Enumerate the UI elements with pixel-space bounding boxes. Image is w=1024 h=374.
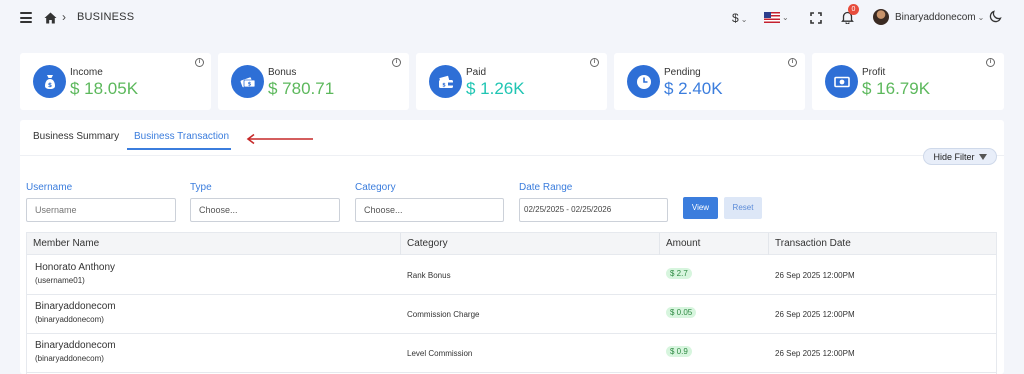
stat-card-pending: Pending $ 2.40K i xyxy=(614,53,805,110)
tab-business-summary[interactable]: Business Summary xyxy=(33,131,119,142)
stat-value: $ 2.40K xyxy=(664,79,723,98)
column-header-member-name[interactable]: Member Name xyxy=(33,238,99,249)
amount-badge: $ 0.05 xyxy=(666,307,697,318)
svg-text:$: $ xyxy=(47,82,51,89)
category-cell: Rank Bonus xyxy=(407,271,451,280)
username-input[interactable] xyxy=(26,198,176,222)
member-username: (binaryaddonecom) xyxy=(35,315,104,324)
avatar xyxy=(873,9,889,25)
fullscreen-icon[interactable] xyxy=(810,11,822,29)
member-name: Binaryaddonecom xyxy=(35,340,116,351)
member-username: (binaryaddonecom) xyxy=(35,354,104,363)
arrow-left-icon xyxy=(246,132,314,150)
info-icon[interactable]: i xyxy=(788,58,797,67)
top-bar: › BUSINESS $ ⌄ ⌄ 0 Binaryaddonecom ⌄ xyxy=(0,0,1024,36)
wallet-icon: $ xyxy=(429,65,462,98)
stat-value: $ 18.05K xyxy=(70,79,139,98)
info-icon[interactable]: i xyxy=(590,58,599,67)
column-header-category[interactable]: Category xyxy=(407,238,448,249)
stat-card-profit: Profit $ 16.79K i xyxy=(812,53,1004,110)
stat-label: Paid xyxy=(466,67,487,78)
type-filter-label: Type xyxy=(190,182,212,193)
date-cell: 26 Sep 2025 12:00PM xyxy=(775,271,855,280)
table-header: Member Name Category Amount Transaction … xyxy=(27,233,996,255)
chevron-down-icon: ⌄ xyxy=(977,12,985,22)
stat-value: $ 780.71 xyxy=(268,79,335,98)
menu-icon[interactable] xyxy=(20,12,32,23)
page-title: BUSINESS xyxy=(77,11,135,23)
stat-value: $ 16.79K xyxy=(862,79,931,98)
member-name: Binaryaddonecom xyxy=(35,301,116,312)
stat-label: Pending xyxy=(664,67,701,78)
column-header-amount[interactable]: Amount xyxy=(666,238,700,249)
breadcrumb-separator: › xyxy=(62,10,66,24)
table-row[interactable]: Honorato Anthony (username01) Rank Bonus… xyxy=(27,256,996,295)
active-tab-indicator xyxy=(127,148,231,150)
info-icon[interactable]: i xyxy=(195,58,204,67)
home-icon[interactable] xyxy=(44,11,57,29)
info-icon[interactable]: i xyxy=(986,58,995,67)
table-row[interactable]: Binaryaddonecom (binaryaddonecom) Level … xyxy=(27,334,996,373)
user-menu[interactable]: Binaryaddonecom ⌄ xyxy=(873,9,984,25)
table-row[interactable]: Binaryaddonecom (binaryaddonecom) Commis… xyxy=(27,295,996,334)
column-header-transaction-date[interactable]: Transaction Date xyxy=(775,238,851,249)
transactions-panel: Business Summary Business Transaction Hi… xyxy=(20,120,1004,374)
reset-button[interactable]: Reset xyxy=(724,197,762,219)
transactions-table: Member Name Category Amount Transaction … xyxy=(26,232,997,374)
chevron-down-icon: ⌄ xyxy=(782,13,789,22)
member-name: Honorato Anthony xyxy=(35,262,116,273)
caret-down-icon xyxy=(978,153,987,160)
stat-value: $ 1.26K xyxy=(466,79,525,98)
view-button[interactable]: View xyxy=(683,197,718,219)
username-filter-label: Username xyxy=(26,182,73,193)
date-range-label: Date Range xyxy=(519,182,573,193)
chevron-down-icon: ⌄ xyxy=(740,15,748,24)
category-cell: Level Commission xyxy=(407,349,473,358)
stat-label: Income xyxy=(70,67,103,78)
money-bag-icon: $ xyxy=(33,65,66,98)
currency-symbol: $ xyxy=(732,11,739,25)
date-cell: 26 Sep 2025 12:00PM xyxy=(775,349,855,358)
member-username: (username01) xyxy=(35,276,85,285)
date-range-input[interactable]: 02/25/2025 - 02/25/2026 xyxy=(519,198,668,222)
tabs-divider xyxy=(20,155,1004,156)
type-select[interactable]: Choose... xyxy=(190,198,340,222)
currency-selector[interactable]: $ ⌄ xyxy=(732,11,747,25)
category-filter-label: Category xyxy=(355,182,396,193)
stat-card-income: $ Income $ 18.05K i xyxy=(20,53,211,110)
banknote-icon xyxy=(825,65,858,98)
hide-filter-button[interactable]: Hide Filter xyxy=(923,148,997,165)
stat-label: Bonus xyxy=(268,67,297,78)
language-selector[interactable]: ⌄ xyxy=(764,12,789,23)
stat-card-paid: $ Paid $ 1.26K i xyxy=(416,53,607,110)
clock-icon xyxy=(627,65,660,98)
info-icon[interactable]: i xyxy=(392,58,401,67)
svg-text:$: $ xyxy=(247,81,251,87)
hide-filter-label: Hide Filter xyxy=(933,151,975,162)
stat-label: Profit xyxy=(862,67,886,78)
moon-icon[interactable] xyxy=(989,10,1002,28)
us-flag-icon xyxy=(764,12,780,23)
tab-business-transaction[interactable]: Business Transaction xyxy=(134,131,229,142)
amount-badge: $ 0.9 xyxy=(666,346,692,357)
amount-badge: $ 2.7 xyxy=(666,268,692,279)
stat-card-bonus: $ Bonus $ 780.71 i xyxy=(218,53,409,110)
date-cell: 26 Sep 2025 12:00PM xyxy=(775,310,855,319)
notification-badge: 0 xyxy=(848,4,859,15)
cash-icon: $ xyxy=(231,65,264,98)
category-select[interactable]: Choose... xyxy=(355,198,504,222)
svg-text:$: $ xyxy=(442,82,446,88)
category-cell: Commission Charge xyxy=(407,310,480,319)
username-label: Binaryaddonecom xyxy=(895,11,976,23)
